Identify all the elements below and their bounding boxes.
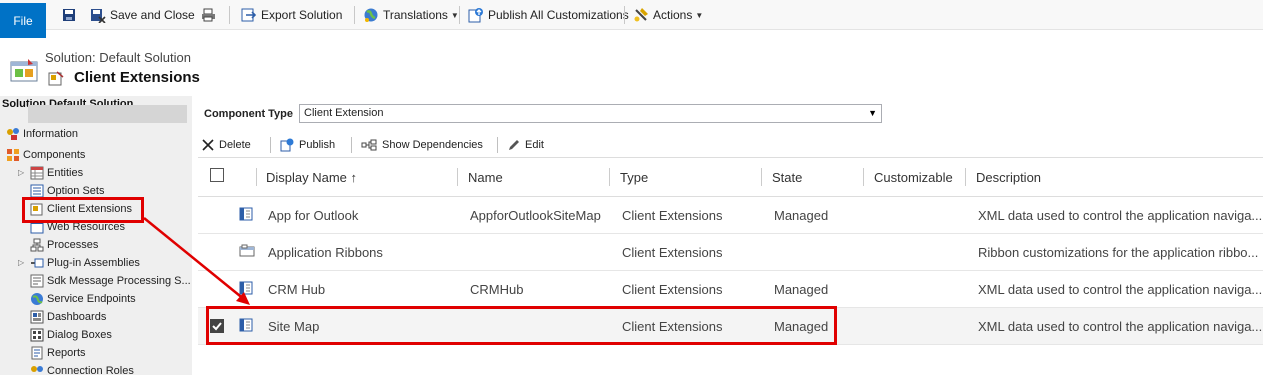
annotation-arrow: [143, 217, 250, 305]
file-button[interactable]: File: [0, 3, 46, 38]
